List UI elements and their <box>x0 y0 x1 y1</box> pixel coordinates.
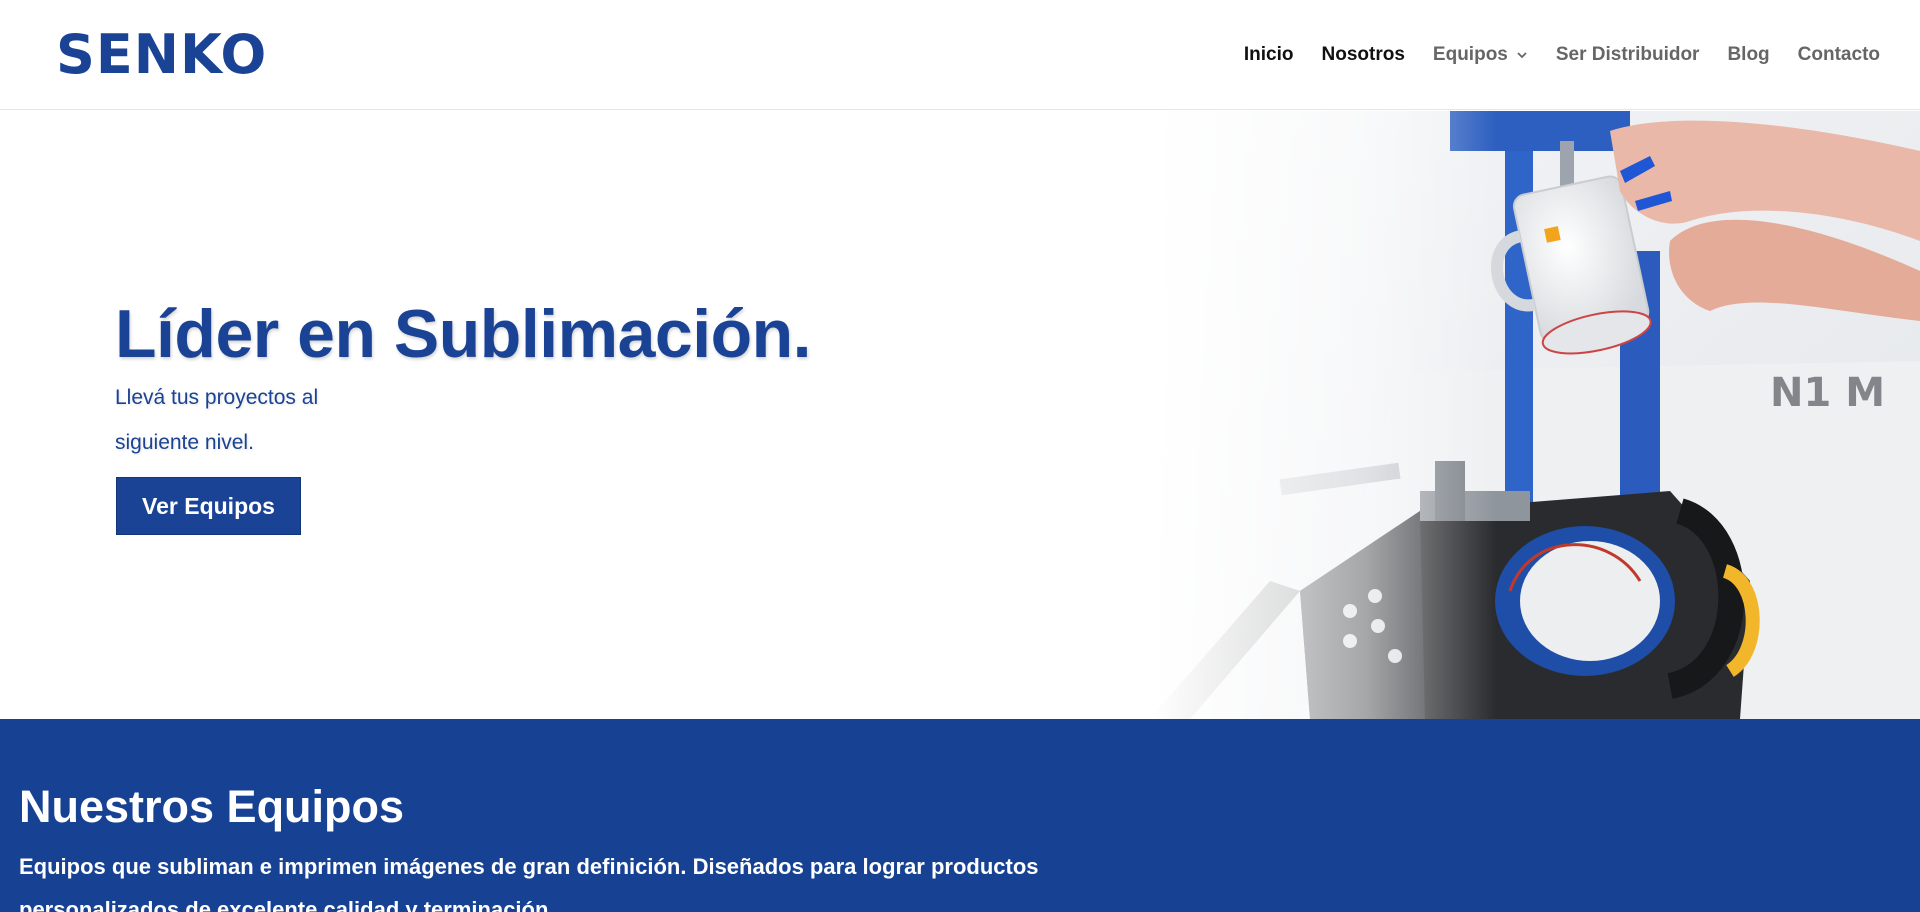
nav-item-equipos[interactable]: Equipos <box>1433 44 1528 66</box>
nav-item-inicio[interactable]: Inicio <box>1244 44 1294 66</box>
nav-item-ser-distribuidor[interactable]: Ser Distribuidor <box>1556 44 1700 66</box>
hero-section: N1 M Líder en Sublimación. <box>0 111 1920 719</box>
nav-item-contacto[interactable]: Contacto <box>1798 44 1880 66</box>
hero-title: Líder en Sublimación. <box>115 296 812 372</box>
hero-subtitle: Llevá tus proyectos al siguiente nivel. <box>115 386 319 454</box>
main-nav: Inicio Nosotros Equipos Ser Distribuidor… <box>1216 0 1880 110</box>
mug-press-photo: N1 M <box>1150 111 1920 719</box>
senko-logo[interactable]: SENKO <box>56 28 267 82</box>
nav-item-nosotros[interactable]: Nosotros <box>1322 44 1405 66</box>
chevron-down-icon <box>1517 52 1527 59</box>
equipment-title: Nuestros Equipos <box>19 781 405 832</box>
ver-equipos-button[interactable]: Ver Equipos <box>116 477 301 535</box>
nav-item-blog[interactable]: Blog <box>1727 44 1769 66</box>
nav-item-equipos-label: Equipos <box>1432 44 1508 65</box>
equipment-section: Nuestros Equipos Equipos que subliman e … <box>0 719 1920 912</box>
site-header: SENKO Inicio Nosotros Equipos Ser Distri… <box>0 0 1920 110</box>
equipment-description: Equipos que subliman e imprimen imágenes… <box>19 854 1039 912</box>
